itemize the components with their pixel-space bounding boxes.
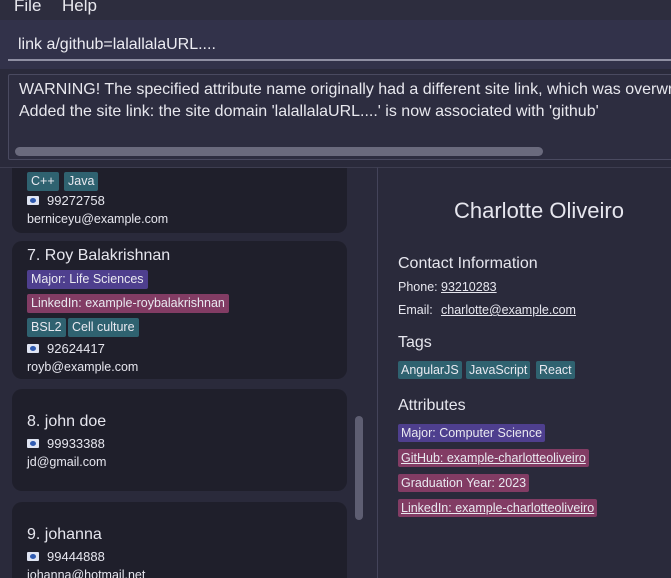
email-text: berniceyu@example.com bbox=[27, 212, 169, 226]
email-link[interactable]: charlotte@example.com bbox=[441, 303, 576, 317]
tag-chip: Java bbox=[64, 172, 99, 191]
detail-tag-chip: AngularJS bbox=[398, 361, 462, 379]
detail-attribute-link[interactable]: LinkedIn: example-charlotteoliveiro bbox=[398, 499, 598, 517]
detail-tag-chip: JavaScript bbox=[466, 361, 531, 379]
email-text: johanna@hotmail.net bbox=[27, 568, 146, 578]
person-card[interactable]: 8. john doe 99933388 jd@gmail.com bbox=[12, 389, 347, 491]
command-box bbox=[0, 20, 671, 69]
detail-attribute-link[interactable]: GitHub: example-charlotteoliveiro bbox=[398, 449, 589, 467]
tags-heading: Tags bbox=[398, 334, 432, 351]
attributes-heading: Attributes bbox=[398, 397, 466, 414]
horizontal-scrollbar[interactable] bbox=[15, 147, 543, 156]
menu-help[interactable]: Help bbox=[62, 0, 97, 16]
detail-tag-chip: React bbox=[536, 361, 575, 379]
phone-link[interactable]: 93210283 bbox=[441, 280, 497, 294]
tag-chip: Cell culture bbox=[68, 318, 139, 337]
email-text: jd@gmail.com bbox=[27, 455, 107, 469]
phone-row: 92624417 bbox=[27, 341, 105, 356]
person-detail-panel: Charlotte Oliveiro Contact Information P… bbox=[377, 167, 671, 578]
vertical-scrollbar[interactable] bbox=[355, 416, 363, 520]
person-card[interactable]: 7. Roy Balakrishnan Major: Life Sciences… bbox=[12, 241, 347, 379]
phone-number: 99444888 bbox=[47, 549, 105, 564]
phone-icon bbox=[27, 552, 39, 561]
tag-chip: BSL2 bbox=[27, 318, 66, 337]
phone-label: Phone: bbox=[398, 280, 438, 294]
phone-row: 99444888 bbox=[27, 549, 105, 564]
phone-icon bbox=[27, 439, 39, 448]
phone-number: 92624417 bbox=[47, 341, 105, 356]
person-name: 7. Roy Balakrishnan bbox=[27, 247, 171, 264]
phone-number: 99272758 bbox=[47, 193, 105, 208]
menu-file[interactable]: File bbox=[14, 0, 41, 16]
person-card[interactable]: C++ Java 99272758 berniceyu@example.com bbox=[12, 168, 347, 233]
result-line-added: Added the site link: the site domain 'la… bbox=[19, 103, 599, 120]
phone-row: 99272758 bbox=[27, 193, 105, 208]
detail-attribute-chip: Major: Computer Science bbox=[398, 424, 546, 442]
attribute-chip: Major: Life Sciences bbox=[27, 270, 148, 289]
detail-person-name: Charlotte Oliveiro bbox=[454, 198, 624, 223]
tag-chip: C++ bbox=[27, 172, 59, 191]
attribute-chip: LinkedIn: example-roybalakrishnan bbox=[27, 294, 229, 313]
command-input[interactable] bbox=[8, 31, 671, 61]
person-card[interactable]: 9. johanna 99444888 johanna@hotmail.net bbox=[12, 502, 347, 578]
result-display: WARNING! The specified attribute name or… bbox=[8, 74, 671, 160]
email-text: royb@example.com bbox=[27, 360, 139, 374]
contact-info-heading: Contact Information bbox=[398, 255, 538, 272]
phone-icon bbox=[27, 344, 39, 353]
phone-row: 99933388 bbox=[27, 436, 105, 451]
menu-bar: File Help bbox=[0, 0, 671, 20]
phone-icon bbox=[27, 196, 39, 205]
result-line-warning: WARNING! The specified attribute name or… bbox=[19, 81, 671, 98]
detail-attribute-chip: Graduation Year: 2023 bbox=[398, 474, 530, 492]
person-list[interactable]: C++ Java 99272758 berniceyu@example.com … bbox=[0, 167, 377, 578]
email-label: Email: bbox=[398, 303, 433, 317]
person-name: 9. johanna bbox=[27, 526, 102, 543]
person-name: 8. john doe bbox=[27, 413, 107, 430]
phone-number: 99933388 bbox=[47, 436, 105, 451]
